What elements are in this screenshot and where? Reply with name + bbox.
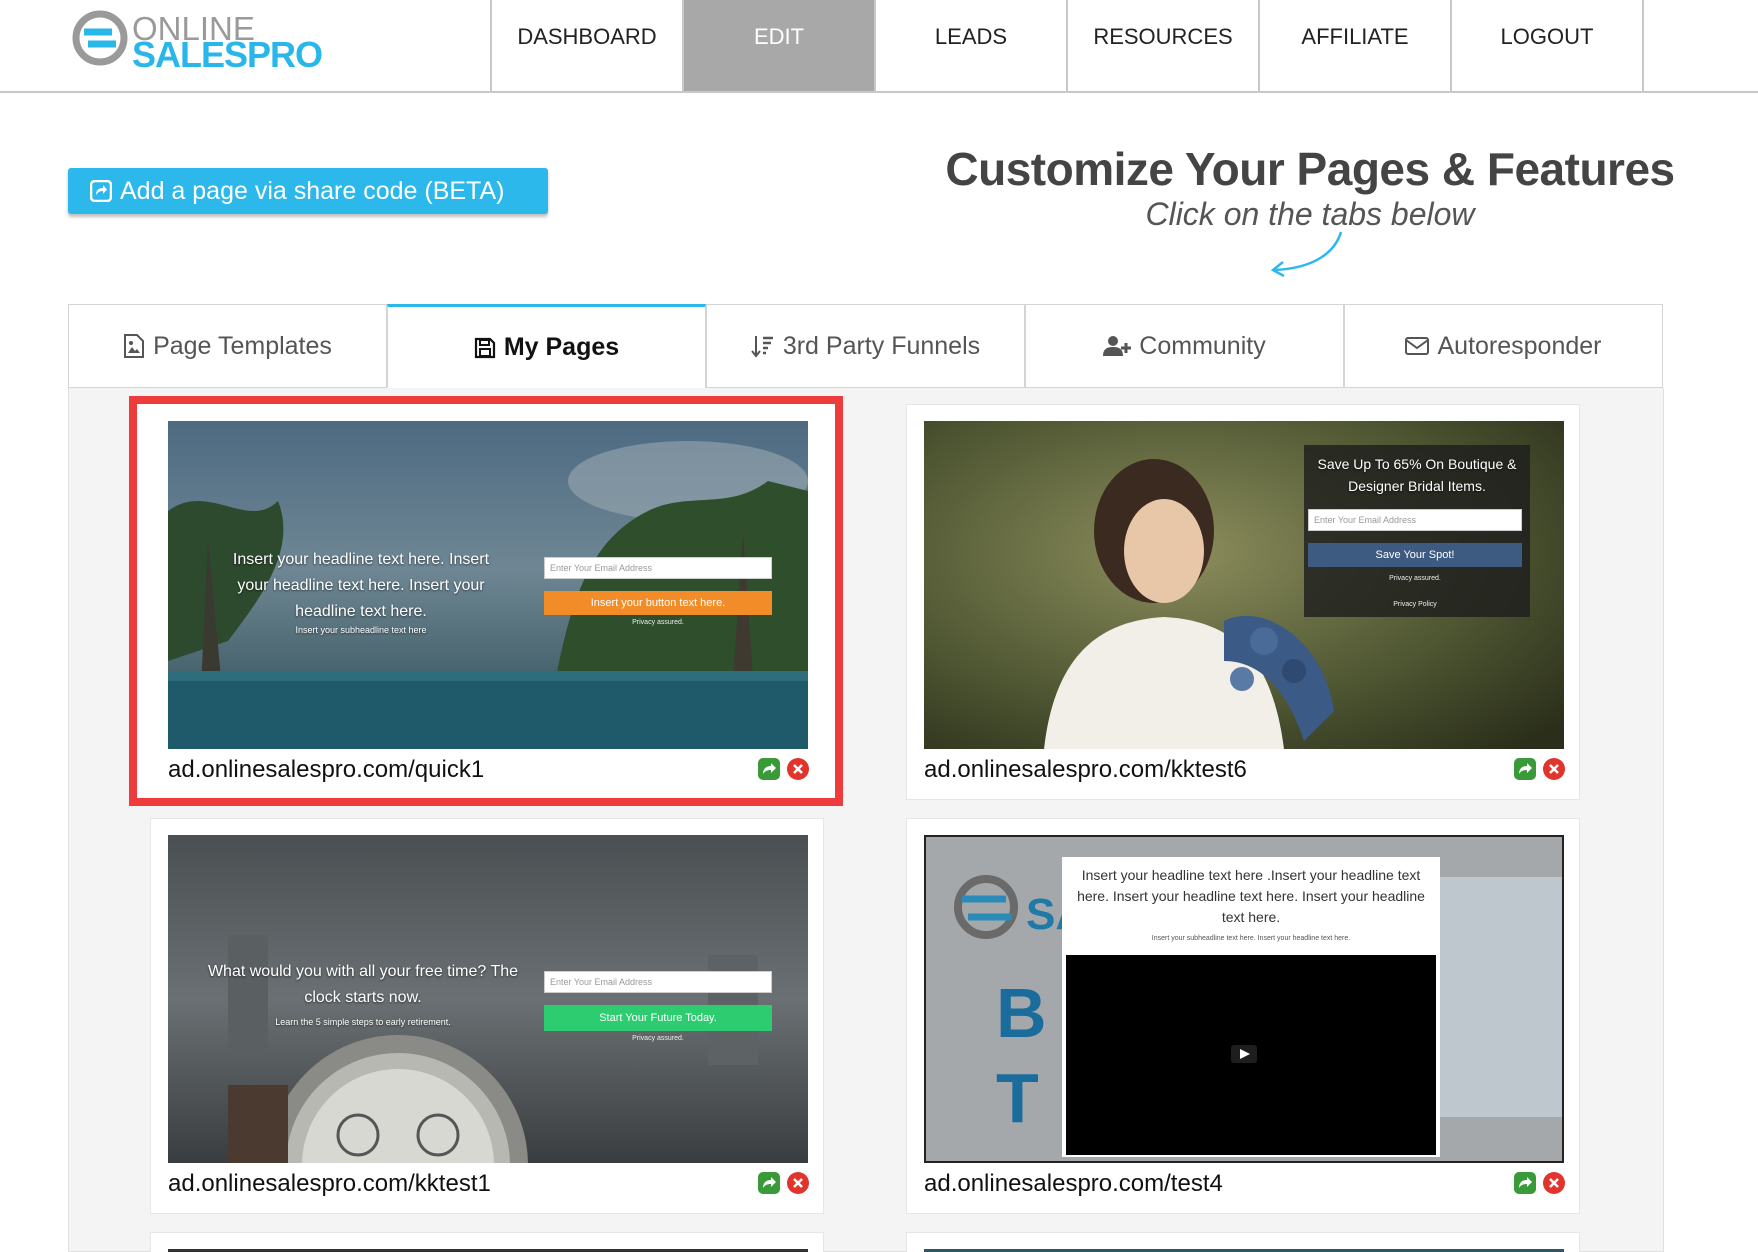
- floppy-disk-icon: [474, 337, 495, 358]
- page-thumbnail-quick1[interactable]: Insert your headline text here. Insert y…: [168, 421, 808, 749]
- share-icon: [1519, 1177, 1532, 1188]
- user-plus-icon: [1103, 336, 1132, 356]
- thumbnail-subheadline: Insert your subheadline text here: [295, 625, 427, 635]
- thumbnail-headline: Save Up To 65% On Boutique & Designer Br…: [1317, 456, 1517, 494]
- thumbnail-subheadline: Learn the 5 simple steps to early retire…: [275, 1017, 451, 1027]
- thumbnail-privacy-text: Privacy assured.: [1389, 575, 1441, 582]
- thumbnail-headline: What would you with all your free time? …: [207, 963, 519, 1006]
- thumbnail-headline: Insert your headline text here. Insert y…: [232, 551, 490, 620]
- tab-3rd-party-funnels-label: 3rd Party Funnels: [782, 331, 981, 360]
- share-icon: [763, 1177, 776, 1188]
- delete-page-button[interactable]: [787, 1172, 809, 1194]
- page-thumbnail-kktest6[interactable]: Save Up To 65% On Boutique & Designer Br…: [924, 421, 1564, 749]
- nav-affiliate[interactable]: AFFILIATE: [1260, 0, 1452, 91]
- thumbnail-cta-button: Start Your Future Today.: [544, 1005, 772, 1031]
- tab-page-templates[interactable]: Page Templates: [68, 304, 387, 388]
- close-icon: [793, 764, 803, 774]
- tab-autoresponder[interactable]: Autoresponder: [1344, 304, 1663, 388]
- delete-page-button[interactable]: [787, 758, 809, 780]
- nav-logout[interactable]: LOGOUT: [1452, 0, 1644, 91]
- tab-my-pages-label: My Pages: [503, 333, 620, 361]
- thumbnail-cta-button: Save Your Spot!: [1308, 543, 1522, 567]
- logo-text-salespro: SALESPRO: [132, 34, 323, 75]
- share-page-button[interactable]: [1514, 1172, 1536, 1194]
- add-page-share-code-button[interactable]: Add a page via share code (BETA): [68, 168, 548, 214]
- thumbnail-cta-button: Insert your button text here.: [544, 591, 772, 615]
- share-page-button[interactable]: [758, 1172, 780, 1194]
- share-square-icon: [90, 180, 112, 202]
- tab-my-pages[interactable]: My Pages: [387, 304, 706, 388]
- page-thumbnail-test4[interactable]: SALES B T Insert your headline text here…: [924, 835, 1564, 1163]
- page-thumbnail-kktest1[interactable]: What would you with all your free time? …: [168, 835, 808, 1163]
- close-icon: [1549, 1178, 1559, 1188]
- nav-resources[interactable]: RESOURCES: [1068, 0, 1260, 91]
- thumbnail-privacy-text: Privacy assured.: [632, 1035, 684, 1042]
- share-icon: [1519, 763, 1532, 774]
- edit-tabs: Page Templates My Pages 3rd Party Funnel…: [68, 304, 1664, 388]
- image-file-icon: [124, 334, 145, 358]
- logo-mark-icon: [72, 10, 128, 66]
- envelope-icon: [1405, 337, 1430, 355]
- tab-community[interactable]: Community: [1025, 304, 1344, 388]
- thumbnail-privacy-text: Privacy assured.: [632, 619, 684, 626]
- thumbnail-email-input: Enter Your Email Address: [544, 971, 772, 993]
- tab-3rd-party-funnels[interactable]: 3rd Party Funnels: [706, 304, 1025, 388]
- delete-page-button[interactable]: [1543, 758, 1565, 780]
- page-url-kktest6[interactable]: ad.onlinesalespro.com/kktest6: [924, 756, 1247, 784]
- delete-page-button[interactable]: [1543, 1172, 1565, 1194]
- share-page-button[interactable]: [758, 758, 780, 780]
- share-page-button[interactable]: [1514, 758, 1536, 780]
- close-icon: [1549, 764, 1559, 774]
- thumbnail-email-input: Enter Your Email Address: [1308, 509, 1522, 531]
- tab-page-templates-label: Page Templates: [153, 331, 332, 360]
- tab-community-label: Community: [1139, 331, 1266, 360]
- add-page-share-code-label: Add a page via share code (BETA): [120, 176, 505, 205]
- close-icon: [793, 1178, 803, 1188]
- page-url-kktest1[interactable]: ad.onlinesalespro.com/kktest1: [168, 1170, 491, 1198]
- main-nav: DASHBOARD EDIT LEADS RESOURCES AFFILIATE…: [490, 0, 1644, 91]
- thumbnail-subheadline: Insert your subheadline text here. Inser…: [1151, 935, 1351, 942]
- thumbnail-email-input: Enter Your Email Address: [544, 557, 772, 579]
- nav-dashboard[interactable]: DASHBOARD: [492, 0, 684, 91]
- svg-text:B: B: [996, 974, 1047, 1052]
- page-title: Customize Your Pages & Features: [945, 143, 1675, 195]
- page-url-quick1[interactable]: ad.onlinesalespro.com/quick1: [168, 756, 484, 784]
- share-icon: [763, 763, 776, 774]
- nav-leads[interactable]: LEADS: [876, 0, 1068, 91]
- curved-arrow-icon: [1270, 231, 1343, 278]
- top-bar: ONLINE SALESPRO DASHBOARD EDIT LEADS RES…: [0, 0, 1758, 93]
- thumbnail-privacy-policy-link: Privacy Policy: [1393, 601, 1437, 608]
- nav-edit[interactable]: EDIT: [684, 0, 876, 91]
- page-url-test4[interactable]: ad.onlinesalespro.com/test4: [924, 1170, 1223, 1198]
- tab-autoresponder-label: Autoresponder: [1437, 331, 1602, 360]
- thumbnail-headline: Insert your headline text here .Insert y…: [1077, 867, 1425, 925]
- svg-text:T: T: [996, 1059, 1039, 1137]
- sort-amount-icon: [751, 336, 773, 358]
- logo[interactable]: ONLINE SALESPRO: [70, 6, 323, 75]
